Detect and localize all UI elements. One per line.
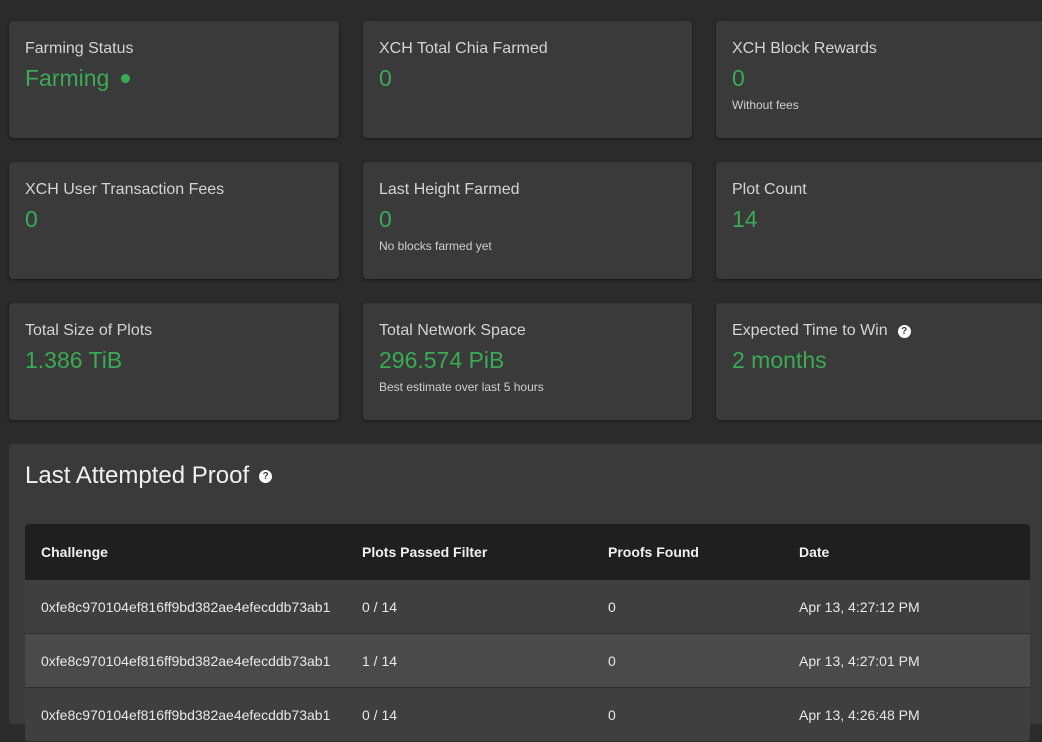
card-value: 0: [379, 206, 392, 232]
proof-table: Challenge Plots Passed Filter Proofs Fou…: [25, 524, 1030, 742]
expected-time-to-win-card: Expected Time to Win ? 2 months: [716, 303, 1042, 420]
date-cell: Apr 13, 4:27:01 PM: [799, 652, 920, 669]
proofs-found-cell: 0: [608, 706, 616, 723]
block-rewards-card: XCH Block Rewards 0 Without fees: [716, 21, 1042, 138]
card-description: Without fees: [732, 98, 799, 112]
card-title: Last Height Farmed: [379, 181, 520, 198]
plot-count-card: Plot Count 14: [716, 162, 1042, 279]
challenge-cell: 0xfe8c970104ef816ff9bd382ae4efecddb73ab1: [41, 652, 331, 669]
card-title: XCH Block Rewards: [732, 40, 877, 57]
plots-passed-cell: 1 / 14: [362, 652, 398, 669]
card-value: 1.386 TiB: [25, 347, 123, 373]
card-value: 2 months: [732, 347, 827, 373]
card-value: 0: [732, 65, 745, 91]
plots-passed-cell: 0 / 14: [362, 706, 398, 723]
card-description: Best estimate over last 5 hours: [379, 380, 544, 394]
challenge-cell: 0xfe8c970104ef816ff9bd382ae4efecddb73ab1: [41, 598, 331, 615]
total-size-of-plots-card: Total Size of Plots 1.386 TiB: [9, 303, 339, 420]
table-header: Challenge Plots Passed Filter Proofs Fou…: [25, 524, 1030, 580]
last-height-farmed-card: Last Height Farmed 0 No blocks farmed ye…: [363, 162, 692, 279]
card-description: No blocks farmed yet: [379, 239, 492, 253]
total-chia-farmed-card: XCH Total Chia Farmed 0: [363, 21, 692, 138]
help-circle-icon[interactable]: ?: [259, 469, 273, 483]
card-value: 14: [732, 206, 758, 232]
card-title: Total Size of Plots: [25, 322, 153, 339]
card-value: 0: [25, 206, 38, 232]
user-transaction-fees-card: XCH User Transaction Fees 0: [9, 162, 339, 279]
card-title: Plot Count: [732, 181, 807, 198]
card-title: XCH Total Chia Farmed: [379, 40, 548, 57]
panel-title: Last Attempted Proof: [25, 462, 250, 489]
card-value: 0: [379, 65, 392, 91]
column-header-date: Date: [799, 544, 830, 560]
card-value: Farming: [25, 65, 110, 91]
plots-passed-cell: 0 / 14: [362, 598, 398, 615]
card-value: 296.574 PiB: [379, 347, 505, 373]
help-circle-icon[interactable]: ?: [897, 324, 911, 338]
total-network-space-card: Total Network Space 296.574 PiB Best est…: [363, 303, 692, 420]
table-row: 0xfe8c970104ef816ff9bd382ae4efecddb73ab1…: [25, 688, 1030, 742]
status-dot-icon: [121, 73, 131, 83]
proofs-found-cell: 0: [608, 598, 616, 615]
date-cell: Apr 13, 4:27:12 PM: [799, 598, 920, 615]
card-title: Farming Status: [25, 40, 134, 57]
card-title: XCH User Transaction Fees: [25, 181, 225, 198]
proofs-found-cell: 0: [608, 652, 616, 669]
column-header-challenge: Challenge: [41, 544, 108, 560]
farming-status-card: Farming Status Farming: [9, 21, 339, 138]
last-attempted-proof-panel: Last Attempted Proof ? Challenge Plots P…: [9, 444, 1042, 742]
column-header-proofs-found: Proofs Found: [608, 544, 699, 560]
card-title: Expected Time to Win: [732, 322, 888, 339]
card-title: Total Network Space: [379, 322, 526, 339]
column-header-plots-passed-filter: Plots Passed Filter: [362, 544, 488, 560]
challenge-cell: 0xfe8c970104ef816ff9bd382ae4efecddb73ab1: [41, 706, 331, 723]
table-row: 0xfe8c970104ef816ff9bd382ae4efecddb73ab1…: [25, 634, 1030, 688]
date-cell: Apr 13, 4:26:48 PM: [799, 706, 920, 723]
table-row: 0xfe8c970104ef816ff9bd382ae4efecddb73ab1…: [25, 580, 1030, 634]
